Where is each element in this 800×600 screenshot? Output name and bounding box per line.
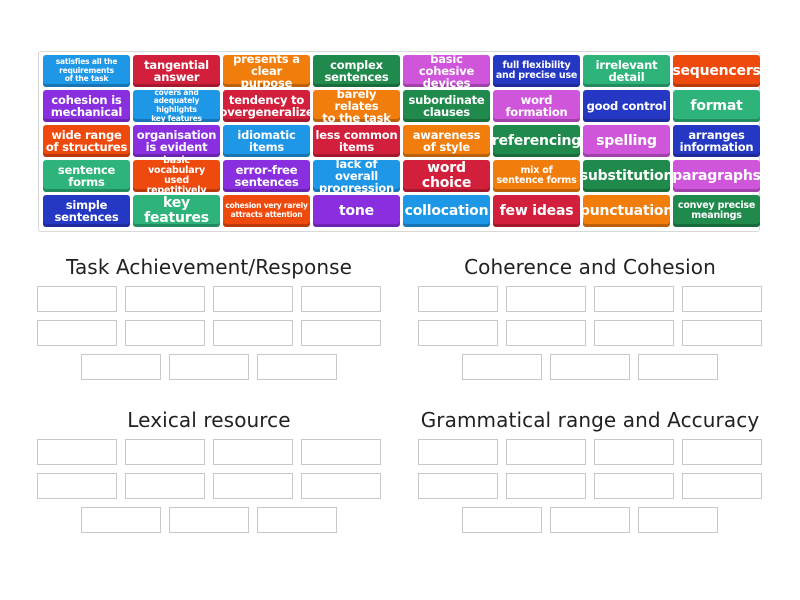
group-title: Lexical resource — [127, 408, 291, 432]
drop-slot[interactable] — [37, 473, 117, 499]
drop-slot[interactable] — [213, 439, 293, 465]
draggable-tile[interactable]: wide range of structures — [43, 125, 130, 157]
draggable-tile[interactable]: basic vocabulary used repetitively — [133, 156, 220, 195]
tile-grid: satisfies all the requirements of the ta… — [43, 53, 761, 227]
drop-slot[interactable] — [682, 473, 762, 499]
tile-tray: satisfies all the requirements of the ta… — [38, 51, 761, 232]
drop-slot[interactable] — [301, 439, 381, 465]
draggable-tile[interactable]: awareness of style — [403, 125, 490, 157]
drop-slot[interactable] — [125, 439, 205, 465]
group-title: Task Achievement/Response — [65, 255, 353, 279]
draggable-tile[interactable]: tendency to overgeneralize — [220, 90, 314, 122]
draggable-tile[interactable]: substitution — [580, 160, 673, 192]
draggable-tile[interactable]: punctuation — [580, 195, 673, 227]
draggable-tile[interactable]: presents a clear purpose — [223, 53, 310, 89]
draggable-tile[interactable]: error-free sentences — [223, 160, 310, 192]
drop-slot[interactable] — [257, 507, 337, 533]
draggable-tile[interactable]: simple sentences — [43, 195, 130, 227]
drop-slot[interactable] — [594, 286, 674, 312]
draggable-tile[interactable]: collocation — [403, 195, 490, 227]
draggable-tile[interactable]: arranges information — [673, 125, 760, 157]
drop-slot[interactable] — [301, 320, 381, 346]
draggable-tile[interactable]: convey precise meanings — [673, 195, 760, 227]
draggable-tile[interactable]: lack of overall progression — [313, 158, 400, 194]
draggable-tile[interactable]: spelling — [583, 125, 670, 157]
drop-zone — [33, 286, 385, 380]
draggable-tile[interactable]: complex sentences — [313, 55, 400, 87]
drop-slot[interactable] — [418, 320, 498, 346]
drop-zone — [33, 439, 385, 533]
draggable-tile[interactable]: barely relates to the task — [313, 88, 400, 124]
draggable-tile[interactable]: tone — [313, 195, 400, 227]
drop-slot[interactable] — [125, 320, 205, 346]
drop-slot[interactable] — [418, 439, 498, 465]
drop-slot[interactable] — [81, 507, 161, 533]
draggable-tile[interactable]: format — [673, 90, 760, 122]
group-grammatical-range: Grammatical range and Accuracy — [414, 402, 766, 533]
draggable-tile[interactable]: paragraphs — [672, 160, 761, 192]
group-title: Coherence and Cohesion — [464, 255, 716, 279]
drop-slot[interactable] — [301, 473, 381, 499]
drop-slot[interactable] — [462, 354, 542, 380]
draggable-tile[interactable]: cohesion is mechanical — [43, 90, 130, 122]
drop-slot[interactable] — [125, 473, 205, 499]
draggable-tile[interactable]: covers and adequately highlights key fea… — [133, 88, 220, 122]
draggable-tile[interactable]: idiomatic items — [223, 125, 310, 157]
drop-slot[interactable] — [506, 439, 586, 465]
draggable-tile[interactable]: sequencers — [672, 55, 761, 87]
group-coherence-cohesion: Coherence and Cohesion — [414, 249, 766, 380]
drop-slot[interactable] — [638, 507, 718, 533]
draggable-tile[interactable]: full flexibility and precise use — [493, 55, 580, 87]
drop-slot[interactable] — [682, 286, 762, 312]
drop-slot[interactable] — [81, 354, 161, 380]
drop-slot[interactable] — [418, 286, 498, 312]
draggable-tile[interactable]: satisfies all the requirements of the ta… — [43, 55, 130, 87]
drop-slot[interactable] — [213, 320, 293, 346]
group-task-achievement: Task Achievement/Response — [33, 249, 385, 380]
drop-slot[interactable] — [682, 320, 762, 346]
drop-slot[interactable] — [682, 439, 762, 465]
draggable-tile[interactable]: tangential answer — [133, 55, 220, 87]
drop-slot[interactable] — [37, 439, 117, 465]
draggable-tile[interactable]: few ideas — [493, 195, 580, 227]
draggable-tile[interactable]: irrelevant detail — [583, 55, 670, 87]
drop-slot[interactable] — [418, 473, 498, 499]
drop-slot[interactable] — [594, 320, 674, 346]
drop-zone — [414, 439, 766, 533]
drop-slot[interactable] — [506, 473, 586, 499]
drop-slot[interactable] — [301, 286, 381, 312]
draggable-tile[interactable]: sentence forms — [43, 160, 130, 192]
drop-slot[interactable] — [37, 286, 117, 312]
drop-slot[interactable] — [638, 354, 718, 380]
group-title: Grammatical range and Accuracy — [420, 408, 760, 432]
drop-zone — [414, 286, 766, 380]
drop-slot[interactable] — [213, 473, 293, 499]
draggable-tile[interactable]: basic cohesive devices — [403, 53, 490, 89]
draggable-tile[interactable]: subordinate clauses — [403, 90, 490, 122]
drop-slot[interactable] — [594, 439, 674, 465]
draggable-tile[interactable]: organisation is evident — [133, 125, 220, 157]
drop-slot[interactable] — [169, 354, 249, 380]
group-lexical-resource: Lexical resource — [33, 402, 385, 533]
drop-slot[interactable] — [169, 507, 249, 533]
drop-slot[interactable] — [462, 507, 542, 533]
draggable-tile[interactable]: key features — [133, 195, 220, 227]
drop-slot[interactable] — [550, 507, 630, 533]
drop-slot[interactable] — [506, 320, 586, 346]
draggable-tile[interactable]: word formation — [493, 90, 580, 122]
drop-slot[interactable] — [550, 354, 630, 380]
draggable-tile[interactable]: mix of sentence forms — [493, 160, 580, 192]
draggable-tile[interactable]: good control — [583, 90, 670, 122]
drop-slot[interactable] — [257, 354, 337, 380]
drop-slot[interactable] — [594, 473, 674, 499]
drop-slot[interactable] — [125, 286, 205, 312]
drop-slot[interactable] — [213, 286, 293, 312]
draggable-tile[interactable]: less common items — [313, 125, 400, 157]
draggable-tile[interactable]: word choice — [403, 160, 490, 192]
draggable-tile[interactable]: cohesion very rarely attracts attention — [223, 195, 310, 227]
draggable-tile[interactable]: referencing — [492, 125, 581, 157]
drop-slot[interactable] — [37, 320, 117, 346]
drop-slot[interactable] — [506, 286, 586, 312]
